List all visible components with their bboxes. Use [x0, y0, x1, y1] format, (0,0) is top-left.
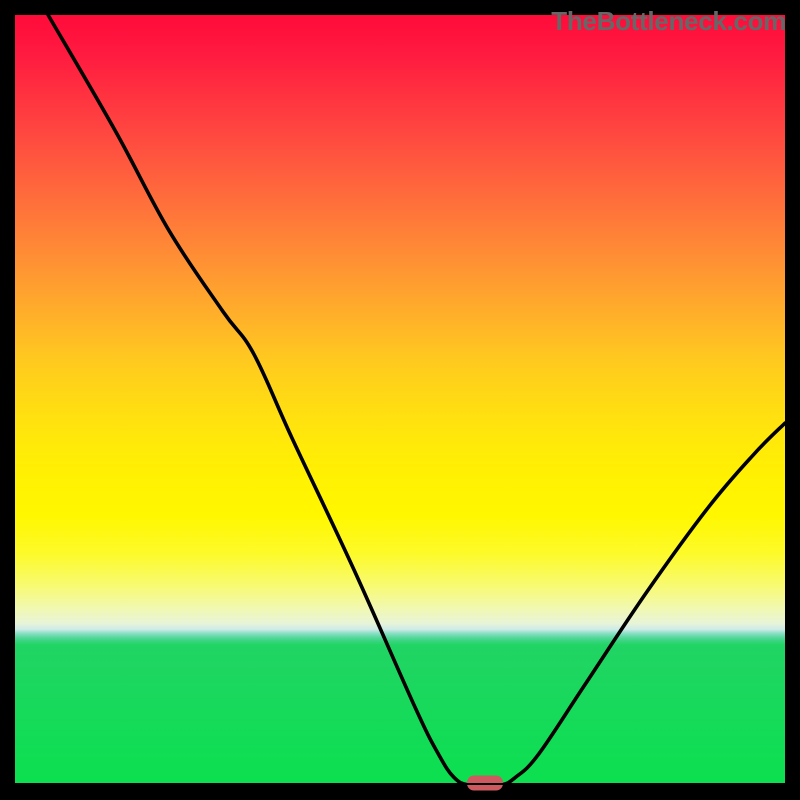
watermark-label: TheBottleneck.com — [551, 6, 786, 37]
bottleneck-curve — [15, 15, 785, 785]
plot-area — [15, 15, 785, 785]
bottleneck-chart: TheBottleneck.com — [0, 0, 800, 800]
baseline — [15, 783, 785, 785]
